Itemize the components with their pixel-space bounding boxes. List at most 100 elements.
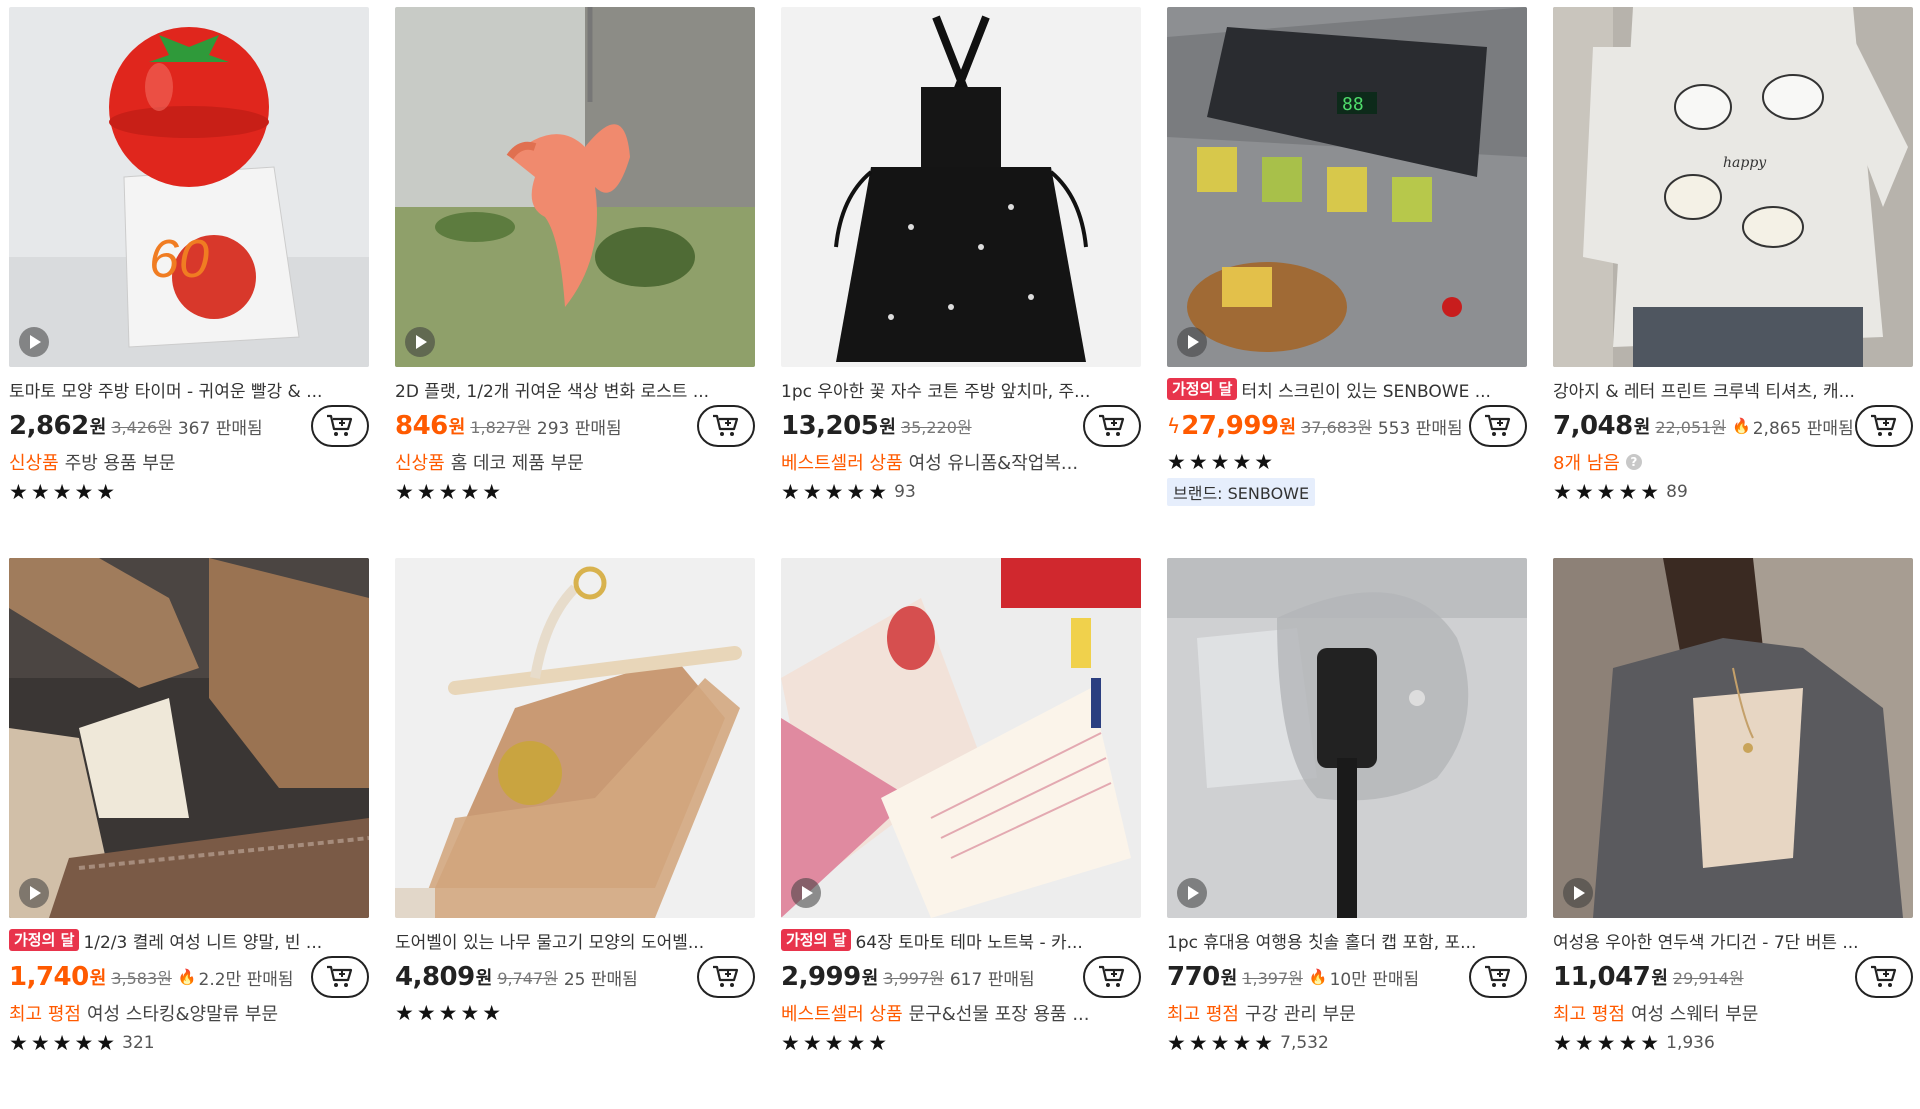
product-price: 11,047 bbox=[1553, 962, 1651, 992]
product-image[interactable]: 88 bbox=[1167, 7, 1527, 367]
rating-stars: ★★★★★ bbox=[1167, 450, 1277, 474]
add-to-cart-button[interactable] bbox=[1855, 405, 1913, 447]
product-card[interactable]: happy 강아지 & 레터 프린트 크루넥 티셔츠, 캐... 7,048 원… bbox=[1553, 7, 1913, 558]
product-title[interactable]: 1pc 우아한 꽃 자수 코튼 주방 앞치마, 주... bbox=[781, 377, 1141, 402]
sold-count: 367 판매됨 bbox=[177, 418, 263, 439]
currency-label: 원 bbox=[1279, 417, 1297, 438]
currency-label: 원 bbox=[879, 417, 896, 438]
svg-text:happy: happy bbox=[1723, 155, 1767, 171]
highlight-label: 신상품 bbox=[9, 453, 59, 474]
review-count: 93 bbox=[894, 482, 916, 502]
add-to-cart-button[interactable] bbox=[1469, 405, 1527, 447]
product-image[interactable] bbox=[395, 7, 755, 367]
add-to-cart-button[interactable] bbox=[1469, 956, 1527, 998]
category-label[interactable]: 구강 관리 부문 bbox=[1245, 1000, 1356, 1026]
product-price: 1,740 bbox=[9, 962, 89, 992]
product-price: 4,809 bbox=[395, 962, 475, 992]
product-card[interactable]: 60 토마토 모양 주방 타이머 - 귀여운 빨강 & ... 2,862 원 … bbox=[9, 7, 369, 558]
rating-stars: ★★★★★ bbox=[9, 1031, 119, 1055]
currency-label: 원 bbox=[89, 417, 107, 438]
category-label[interactable]: 여성 스웨터 부문 bbox=[1631, 1000, 1758, 1026]
play-icon[interactable] bbox=[19, 327, 49, 357]
category-label[interactable]: 여성 스타킹&양말류 부문 bbox=[87, 1000, 278, 1026]
add-to-cart-button[interactable] bbox=[697, 405, 755, 447]
currency-label: 원 bbox=[1633, 417, 1651, 438]
product-card[interactable]: 2D 플랫, 1/2개 귀여운 색상 변화 로스트 ... 846 원 1,82… bbox=[395, 7, 755, 558]
add-to-cart-icon bbox=[1485, 965, 1511, 987]
add-to-cart-icon bbox=[1871, 965, 1897, 987]
play-icon[interactable] bbox=[405, 327, 435, 357]
product-card[interactable]: 여성용 우아한 연두색 가디건 - 7단 버튼 ... 11,047 원 29,… bbox=[1553, 558, 1913, 1109]
product-price: 13,205 bbox=[781, 411, 879, 441]
rating-stars: ★★★★★ bbox=[395, 1001, 505, 1025]
currency-label: 원 bbox=[448, 417, 466, 438]
add-to-cart-icon bbox=[327, 965, 353, 987]
flame-icon: 🔥 bbox=[1308, 968, 1328, 986]
original-price: 3,997원 bbox=[883, 969, 944, 988]
category-label[interactable]: 여성 유니폼&작업복... bbox=[909, 449, 1078, 475]
category-label[interactable]: 문구&선물 포장 용품 ... bbox=[909, 1000, 1090, 1026]
add-to-cart-button[interactable] bbox=[697, 956, 755, 998]
add-to-cart-button[interactable] bbox=[311, 405, 369, 447]
add-to-cart-button[interactable] bbox=[1083, 956, 1141, 998]
play-icon[interactable] bbox=[1177, 327, 1207, 357]
play-icon[interactable] bbox=[1563, 878, 1593, 908]
question-icon[interactable]: ? bbox=[1625, 454, 1642, 470]
product-image[interactable] bbox=[1167, 558, 1527, 918]
original-price: 3,426원 bbox=[111, 418, 172, 437]
play-icon[interactable] bbox=[19, 878, 49, 908]
product-image[interactable] bbox=[781, 558, 1141, 918]
add-to-cart-icon bbox=[713, 414, 739, 436]
product-image[interactable] bbox=[395, 558, 755, 918]
sold-count: 2.2만 판매됨 bbox=[198, 969, 294, 990]
product-title[interactable]: 여성용 우아한 연두색 가디건 - 7단 버튼 ... bbox=[1553, 928, 1913, 953]
product-card[interactable]: 88 가정의 달 터치 스크린이 있는 SENBOWE ... ϟ 27,999… bbox=[1167, 7, 1527, 558]
add-to-cart-button[interactable] bbox=[311, 956, 369, 998]
rating-stars: ★★★★★ bbox=[1553, 480, 1663, 504]
product-image[interactable]: happy bbox=[1553, 7, 1913, 367]
rating-stars: ★★★★★ bbox=[395, 480, 505, 504]
sold-count: 617 판매됨 bbox=[949, 969, 1035, 990]
product-title[interactable]: 도어벨이 있는 나무 물고기 모양의 도어벨... bbox=[395, 928, 755, 953]
category-label[interactable]: 홈 데코 제품 부문 bbox=[451, 449, 584, 475]
product-title[interactable]: 강아지 & 레터 프린트 크루넥 티셔츠, 캐... bbox=[1553, 377, 1913, 402]
product-card[interactable]: 1pc 휴대용 여행용 칫솔 홀더 캡 포함, 포... 770 원 1,397… bbox=[1167, 558, 1527, 1109]
play-icon[interactable] bbox=[791, 878, 821, 908]
product-card[interactable]: 가정의 달 1/2/3 켤레 여성 니트 양말, 빈 ... 1,740 원 3… bbox=[9, 558, 369, 1109]
add-to-cart-button[interactable] bbox=[1855, 956, 1913, 998]
product-title[interactable]: 1pc 휴대용 여행용 칫솔 홀더 캡 포함, 포... bbox=[1167, 928, 1527, 953]
sold-count: 293 판매됨 bbox=[536, 418, 622, 439]
product-image[interactable]: 60 bbox=[9, 7, 369, 367]
product-title[interactable]: 64장 토마토 테마 노트북 - 카... bbox=[855, 928, 1141, 953]
category-label[interactable]: 주방 용품 부문 bbox=[65, 449, 176, 475]
highlight-label: 베스트셀러 상품 bbox=[781, 453, 903, 474]
original-price: 29,914원 bbox=[1672, 969, 1744, 988]
original-price: 37,683원 bbox=[1301, 418, 1372, 437]
highlight-label: 베스트셀러 상품 bbox=[781, 1004, 903, 1025]
product-card[interactable]: 가정의 달 64장 토마토 테마 노트북 - 카... 2,999 원 3,99… bbox=[781, 558, 1141, 1109]
add-to-cart-icon bbox=[1485, 414, 1511, 436]
rating-stars: ★★★★★ bbox=[1553, 1031, 1663, 1055]
product-image[interactable] bbox=[781, 7, 1141, 367]
product-image[interactable] bbox=[1553, 558, 1913, 918]
currency-label: 원 bbox=[89, 968, 107, 989]
product-title[interactable]: 2D 플랫, 1/2개 귀여운 색상 변화 로스트 ... bbox=[395, 377, 755, 402]
sold-count: 25 판매됨 bbox=[563, 969, 638, 990]
review-count: 1,936 bbox=[1666, 1033, 1715, 1053]
product-image[interactable] bbox=[9, 558, 369, 918]
stock-left-label: 8개 남음 bbox=[1553, 453, 1620, 474]
rating-stars: ★★★★★ bbox=[1167, 1031, 1277, 1055]
product-card[interactable]: 1pc 우아한 꽃 자수 코튼 주방 앞치마, 주... 13,205 원 35… bbox=[781, 7, 1141, 558]
add-to-cart-icon bbox=[1099, 414, 1125, 436]
product-price: 7,048 bbox=[1553, 411, 1633, 441]
play-icon[interactable] bbox=[1177, 878, 1207, 908]
add-to-cart-button[interactable] bbox=[1083, 405, 1141, 447]
sold-count: 2,865 판매됨 bbox=[1752, 418, 1854, 439]
product-title[interactable]: 1/2/3 켤레 여성 니트 양말, 빈 ... bbox=[83, 928, 369, 953]
product-card[interactable]: 도어벨이 있는 나무 물고기 모양의 도어벨... 4,809 원 9,747원… bbox=[395, 558, 755, 1109]
original-price: 35,220원 bbox=[900, 418, 972, 437]
product-title[interactable]: 토마토 모양 주방 타이머 - 귀여운 빨강 & ... bbox=[9, 377, 369, 402]
brand-badge[interactable]: 브랜드: SENBOWE bbox=[1167, 478, 1316, 506]
product-title[interactable]: 터치 스크린이 있는 SENBOWE ... bbox=[1241, 377, 1527, 402]
original-price: 22,051원 bbox=[1655, 418, 1727, 437]
